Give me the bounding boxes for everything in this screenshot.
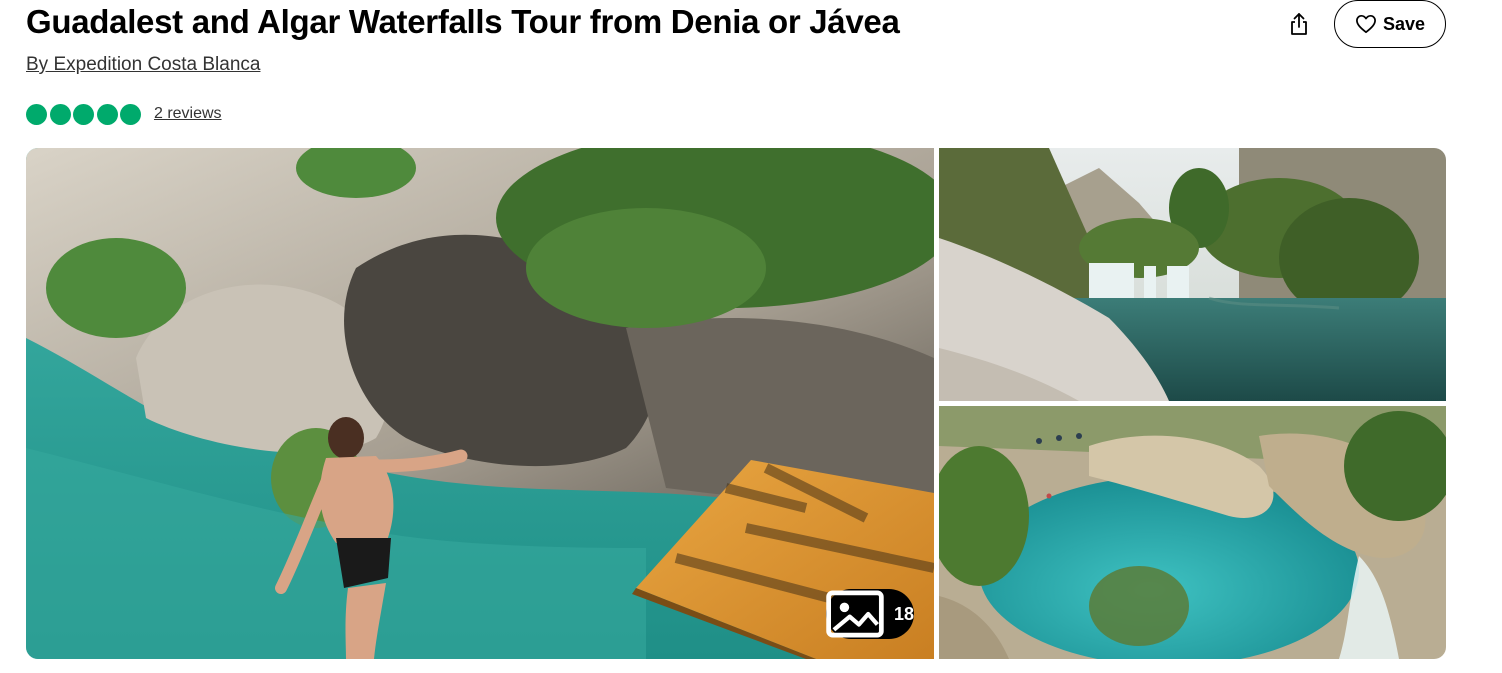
photo-count-button[interactable]: 18 (826, 589, 914, 639)
page-title: Guadalest and Algar Waterfalls Tour from… (26, 3, 900, 40)
share-button[interactable] (1278, 4, 1320, 44)
save-label: Save (1382, 13, 1426, 34)
photo-gallery: 18 (26, 148, 1446, 659)
tour-page: Guadalest and Algar Waterfalls Tour from… (0, 0, 1502, 673)
waterfall-photo[interactable] (939, 148, 1446, 401)
rating-bubble (26, 103, 47, 125)
heart-icon (1356, 14, 1376, 34)
rating: 2 reviews (26, 103, 222, 125)
rating-bubble (96, 103, 118, 125)
pool-photo[interactable] (939, 406, 1446, 659)
rating-bubble (120, 103, 142, 125)
reviews-link[interactable]: 2 reviews (154, 105, 222, 123)
image-icon (826, 590, 884, 638)
rating-bubble (73, 103, 95, 125)
share-icon (1291, 13, 1307, 35)
save-button[interactable]: Save (1334, 0, 1446, 48)
main-photo[interactable]: 18 (26, 148, 934, 659)
operator-link[interactable]: By Expedition Costa Blanca (26, 54, 260, 76)
rating-bubble (49, 103, 71, 125)
photo-count: 18 (893, 603, 914, 624)
